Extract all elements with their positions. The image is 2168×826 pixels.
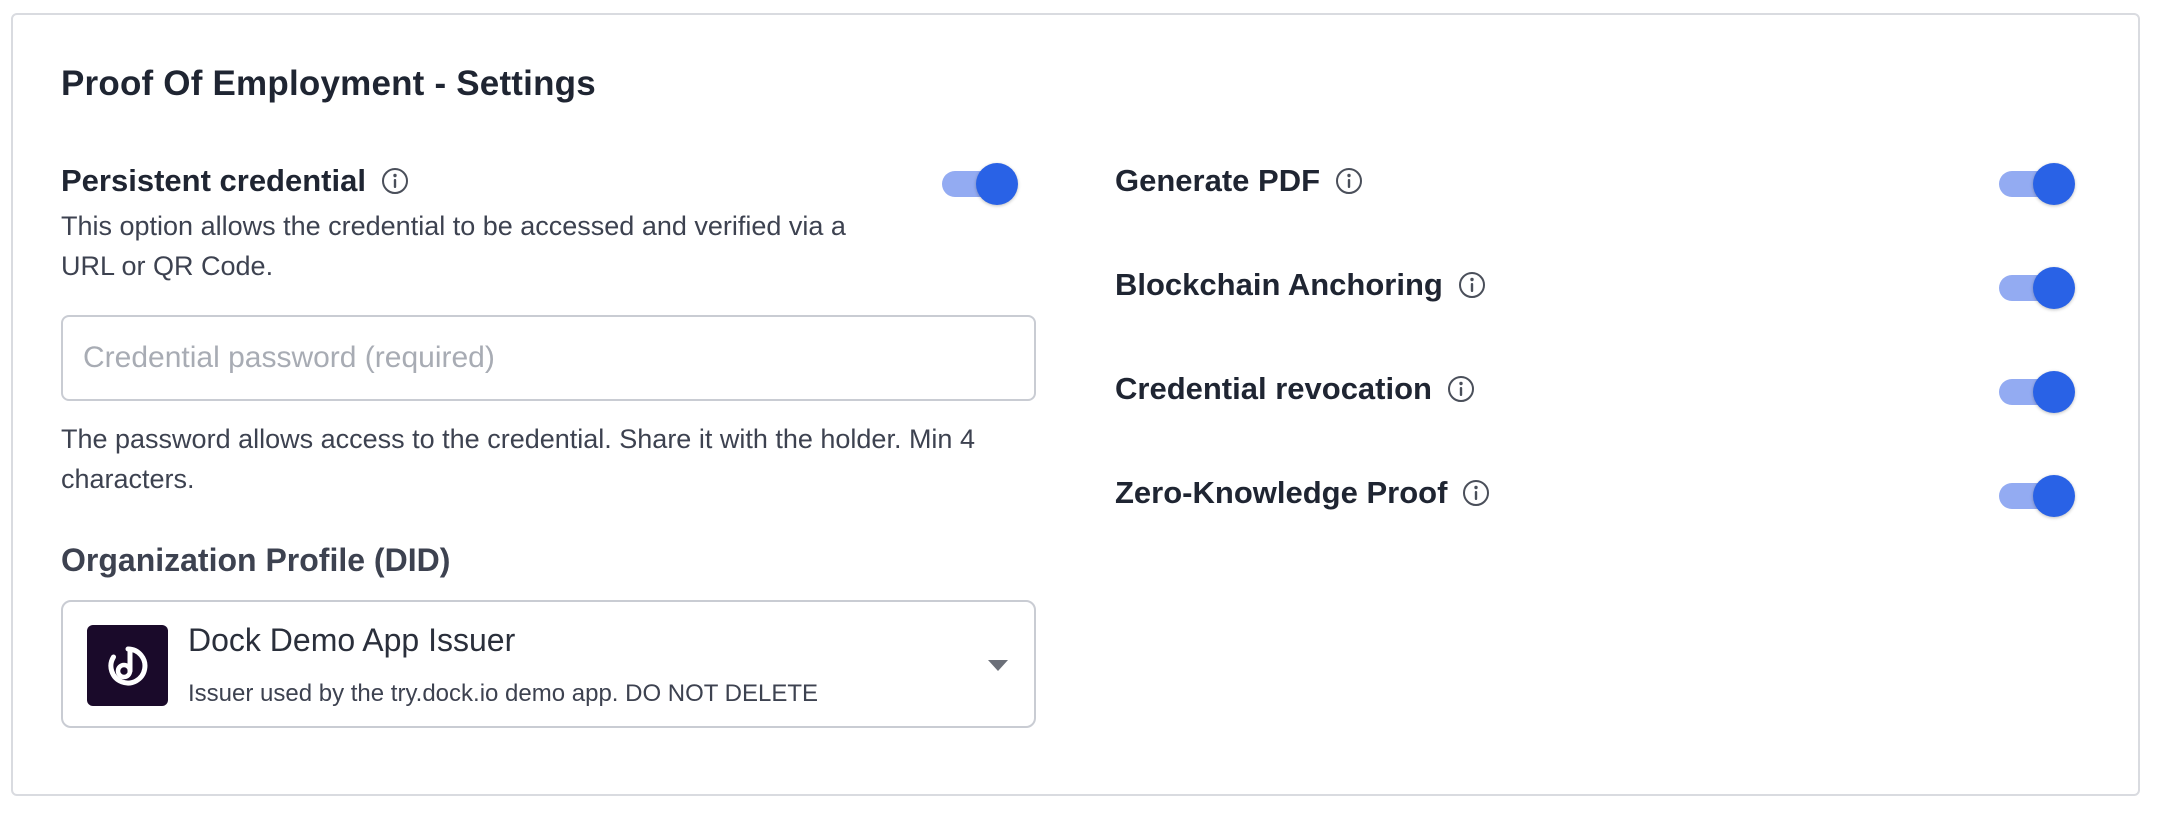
organization-profile-select[interactable]: Dock Demo App Issuer Issuer used by the …	[61, 600, 1036, 728]
zero-knowledge-proof-label: Zero-Knowledge Proof	[1115, 475, 1448, 510]
persistent-credential-label: Persistent credential	[61, 163, 366, 198]
toggle-knob	[2033, 371, 2075, 413]
generate-pdf-label: Generate PDF	[1115, 163, 1321, 198]
generate-pdf-row: Generate PDF	[1115, 163, 1364, 199]
credential-revocation-label: Credential revocation	[1115, 371, 1432, 406]
credential-revocation-row: Credential revocation	[1115, 371, 1476, 407]
info-icon[interactable]	[1461, 478, 1491, 508]
info-icon[interactable]	[380, 166, 410, 196]
persistent-credential-row: Persistent credential	[61, 163, 410, 199]
credential-revocation-toggle[interactable]	[1999, 371, 2075, 413]
blockchain-anchoring-row: Blockchain Anchoring	[1115, 267, 1487, 303]
info-icon[interactable]	[1457, 270, 1487, 300]
caret-down-icon[interactable]	[988, 660, 1008, 671]
blockchain-anchoring-label: Blockchain Anchoring	[1115, 267, 1443, 302]
persistent-credential-description: This option allows the credential to be …	[61, 211, 846, 281]
persistent-credential-toggle[interactable]	[942, 163, 1018, 205]
dock-logo-icon	[87, 625, 168, 706]
password-help-text: The password allows access to the creden…	[61, 424, 975, 494]
info-icon[interactable]	[1446, 374, 1476, 404]
info-icon[interactable]	[1334, 166, 1364, 196]
toggle-knob	[2033, 267, 2075, 309]
organization-profile-label: Organization Profile (DID)	[61, 542, 451, 578]
credential-password-input[interactable]	[61, 315, 1036, 401]
toggle-knob	[976, 163, 1018, 205]
page-title: Proof Of Employment - Settings	[61, 64, 596, 103]
zero-knowledge-proof-toggle[interactable]	[1999, 475, 2075, 517]
toggle-knob	[2033, 475, 2075, 517]
blockchain-anchoring-toggle[interactable]	[1999, 267, 2075, 309]
organization-description: Issuer used by the try.dock.io demo app.…	[188, 680, 819, 707]
organization-name: Dock Demo App Issuer	[188, 622, 516, 658]
toggle-knob	[2033, 163, 2075, 205]
zero-knowledge-proof-row: Zero-Knowledge Proof	[1115, 475, 1491, 511]
generate-pdf-toggle[interactable]	[1999, 163, 2075, 205]
